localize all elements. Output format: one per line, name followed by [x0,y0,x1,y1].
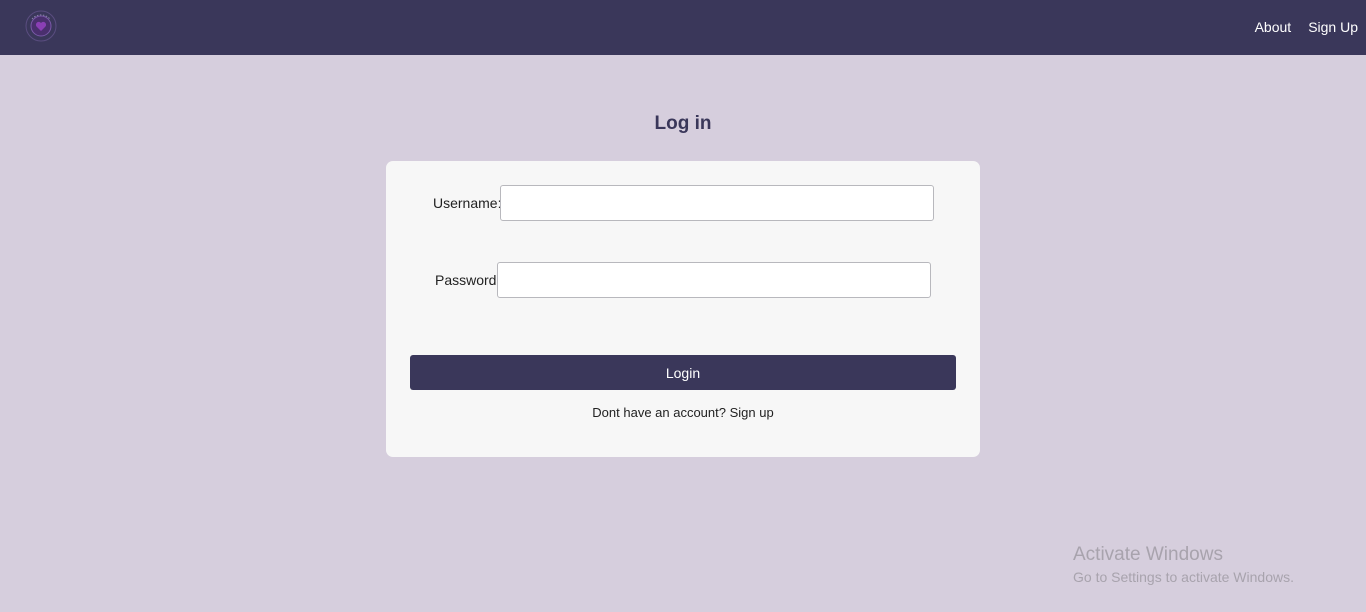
signup-prompt: Dont have an account? Sign up [386,404,980,421]
signup-link[interactable]: Sign up [730,405,774,420]
page-title: Log in [654,113,712,134]
navbar: About Sign Up [0,0,1366,55]
windows-activation-watermark: Activate Windows Go to Settings to activ… [1073,544,1294,587]
watermark-title: Activate Windows [1073,544,1223,565]
watermark-subtitle: Go to Settings to activate Windows. [1073,569,1294,585]
logo-icon[interactable] [25,10,57,42]
username-label: Username: [433,195,502,211]
login-button[interactable]: Login [410,355,956,390]
login-card: Username: Password: Login Dont have an a… [386,161,980,457]
nav-links: About Sign Up [1255,18,1358,36]
signup-prompt-text: Dont have an account? [592,405,726,420]
username-input[interactable] [500,185,934,221]
signup-nav-link[interactable]: Sign Up [1308,18,1358,36]
password-label: Password: [435,272,501,288]
password-input[interactable] [497,262,931,298]
about-link[interactable]: About [1255,18,1292,36]
